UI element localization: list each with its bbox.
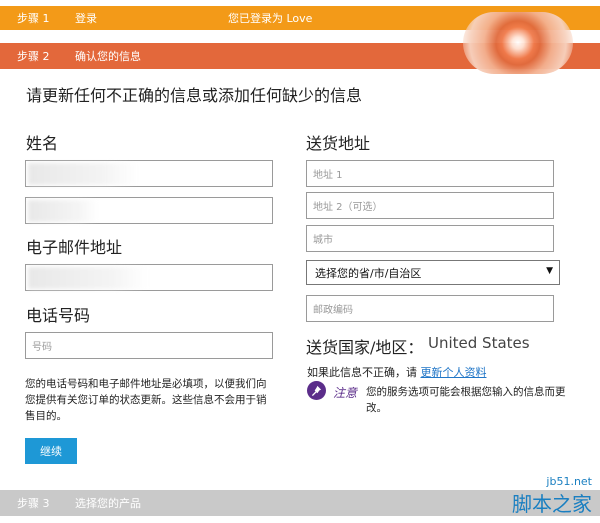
notice-label: 注意 <box>333 386 358 400</box>
country-label: 送货国家/地区： <box>306 338 424 357</box>
pin-icon <box>307 381 326 400</box>
watermark: jb51.net 脚本之家 <box>512 475 592 517</box>
step-1-number: 步骤 1 <box>17 12 50 25</box>
blurred-email <box>28 267 148 289</box>
postal-code-input[interactable]: 邮政编码 <box>306 295 554 322</box>
step-3-title: 选择您的产品 <box>75 497 141 510</box>
watermark-site: jb51.net <box>546 475 592 488</box>
incorrect-info-text: 如果此信息不正确，请 更新个人资料 <box>307 364 487 380</box>
step-3-number: 步骤 3 <box>17 497 50 510</box>
email-label: 电子邮件地址 <box>26 238 123 257</box>
step-2-number: 步骤 2 <box>17 50 50 63</box>
decorative-bubble <box>463 12 573 74</box>
update-profile-link[interactable]: 更新个人资料 <box>421 366 487 379</box>
province-select-value: 选择您的省/市/自治区 <box>315 266 422 280</box>
watermark-name: 脚本之家 <box>512 492 592 516</box>
city-input[interactable]: 城市 <box>306 225 554 252</box>
shipping-address-label: 送货地址 <box>306 134 371 153</box>
incorrect-info-prefix: 如果此信息不正确，请 <box>307 366 417 379</box>
phone-input[interactable]: 号码 <box>25 332 273 359</box>
continue-button[interactable]: 继续 <box>25 438 77 464</box>
notice-text: 您的服务选项可能会根据您输入的信息而更改。 <box>366 386 566 414</box>
step-3-bar: 步骤 3 选择您的产品 <box>0 490 600 516</box>
address1-input[interactable]: 地址 1 <box>306 160 554 187</box>
step-2-title: 确认您的信息 <box>75 50 141 63</box>
country-value: United States <box>428 334 530 352</box>
step-1-title: 登录 <box>75 12 97 25</box>
blurred-first-name <box>28 163 138 185</box>
caret-down-icon: ▼ <box>546 266 553 276</box>
blurred-last-name <box>28 200 98 222</box>
province-select[interactable]: 选择您的省/市/自治区 ▼ <box>306 260 560 285</box>
address2-input[interactable]: 地址 2（可选） <box>306 192 554 219</box>
page-heading: 请更新任何不正确的信息或添加任何缺少的信息 <box>26 86 363 105</box>
contact-note: 您的电话号码和电子邮件地址是必填项，以便我们向您提供有关您订单的状态更新。这些信… <box>25 378 267 422</box>
phone-label: 电话号码 <box>26 306 91 325</box>
name-label: 姓名 <box>26 134 59 153</box>
login-status: 您已登录为 Love <box>228 12 313 25</box>
